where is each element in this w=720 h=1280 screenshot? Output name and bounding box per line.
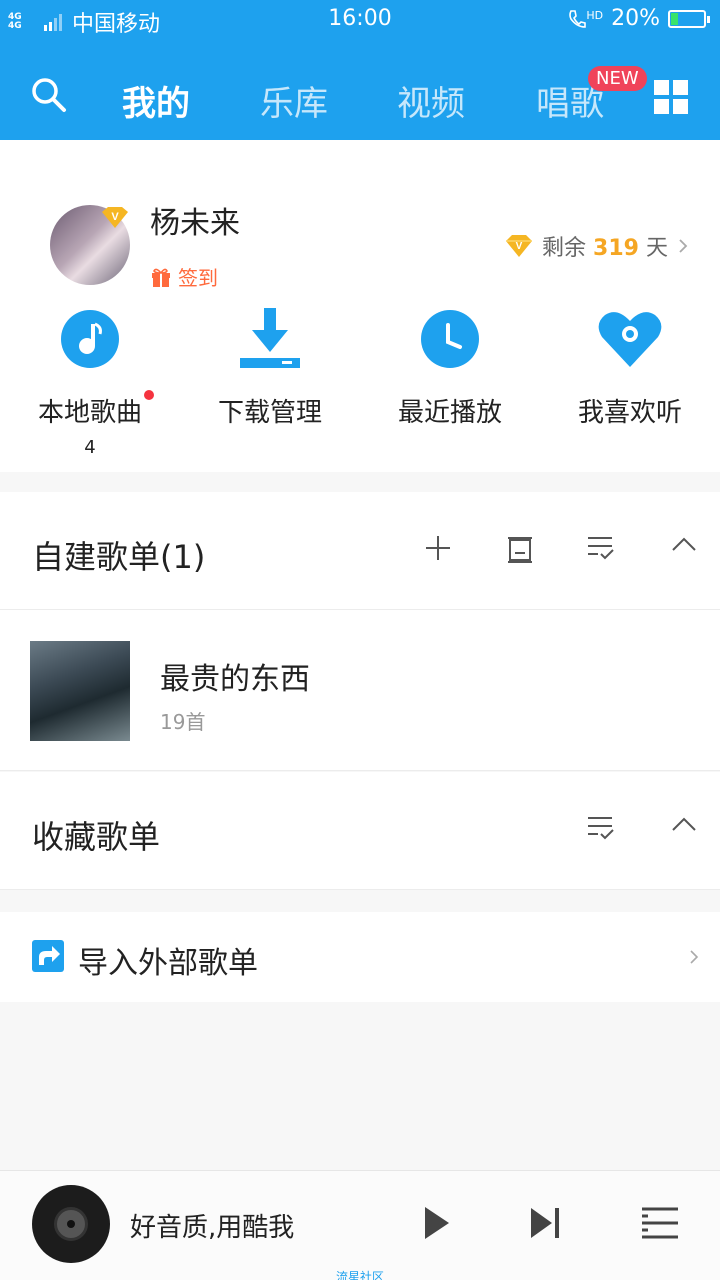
- clock-icon: [421, 310, 479, 368]
- vip-prefix: 剩余: [542, 236, 587, 261]
- signin-label: 签到: [178, 266, 218, 290]
- vip-badge-icon: V: [100, 206, 130, 234]
- my-playlists-header[interactable]: 自建歌单(1): [0, 492, 720, 610]
- mini-player: 好音质,用酷我: [0, 1170, 720, 1280]
- top-nav: 我的 乐库 视频 唱歌 NEW: [0, 56, 720, 140]
- my-playlists-title: 自建歌单(1): [32, 538, 206, 576]
- quick-favorites[interactable]: 我喜欢听: [540, 308, 720, 429]
- svg-text:V: V: [516, 241, 523, 252]
- collapse-icon[interactable]: [670, 814, 698, 838]
- signin-button[interactable]: 签到: [150, 262, 218, 291]
- new-badge: NEW: [588, 66, 647, 91]
- status-bar: 4G 4G 中国移动 16:00 HD 20%: [0, 0, 720, 38]
- svg-text:V: V: [111, 211, 119, 223]
- quick-downloads[interactable]: 下载管理: [180, 308, 360, 429]
- grid-menu-icon[interactable]: [654, 80, 688, 114]
- playlist-item[interactable]: 最贵的东西 19首: [0, 610, 720, 771]
- hd-label: HD: [586, 8, 604, 22]
- manage-icon[interactable]: [506, 534, 534, 568]
- tab-library[interactable]: 乐库: [260, 76, 328, 125]
- downloads-label: 下载管理: [217, 398, 322, 428]
- play-icon[interactable]: [422, 1205, 452, 1245]
- watermark: 流星社区: [335, 1270, 384, 1280]
- new-dot: [144, 390, 154, 400]
- music-note-icon: [61, 310, 119, 368]
- my-playlists-section: 自建歌单(1) 最贵的东西 19首: [0, 492, 720, 771]
- quick-recent[interactable]: 最近播放: [360, 308, 540, 429]
- vip-remaining[interactable]: V 剩余 319 天: [504, 230, 690, 262]
- collected-playlists-header[interactable]: 收藏歌单: [0, 772, 720, 890]
- profile-card: V 杨未来 签到 V 剩余 319 天 本地歌曲 4 下载管理 最近播放 我喜欢…: [0, 140, 720, 472]
- username[interactable]: 杨未来: [150, 198, 240, 242]
- import-label: 导入外部歌单: [78, 946, 258, 981]
- favorites-label: 我喜欢听: [577, 398, 682, 428]
- clock: 16:00: [328, 6, 392, 31]
- gift-icon: [152, 268, 170, 287]
- sort-icon[interactable]: [586, 534, 616, 566]
- recent-label: 最近播放: [397, 398, 502, 428]
- heart-icon: [598, 312, 662, 367]
- collapse-icon[interactable]: [670, 534, 698, 558]
- import-icon: [32, 940, 64, 976]
- local-songs-label: 本地歌曲: [37, 398, 142, 428]
- next-track-icon[interactable]: [528, 1206, 562, 1244]
- chevron-right-icon: [679, 239, 688, 253]
- hd-call-icon: HD: [568, 9, 603, 29]
- collected-playlists-title: 收藏歌单: [32, 818, 161, 856]
- search-icon[interactable]: [30, 76, 68, 118]
- now-playing-title[interactable]: 好音质,用酷我: [130, 1207, 294, 1244]
- download-icon: [240, 308, 300, 368]
- playlist-count: 19首: [160, 710, 206, 734]
- diamond-icon: V: [506, 235, 533, 257]
- collected-playlists-section: 收藏歌单: [0, 772, 720, 890]
- playlist-queue-icon[interactable]: [640, 1206, 680, 1244]
- vip-days: 319: [593, 236, 639, 261]
- chevron-right-icon: [688, 948, 700, 970]
- import-playlist-row[interactable]: 导入外部歌单: [0, 912, 720, 1002]
- playlist-name: 最贵的东西: [160, 662, 310, 697]
- battery-percent: 20%: [611, 6, 660, 31]
- vip-suffix: 天: [645, 236, 668, 261]
- album-disc[interactable]: [32, 1185, 110, 1263]
- local-songs-count: 4: [84, 437, 96, 458]
- quick-local-songs[interactable]: 本地歌曲 4: [0, 308, 180, 458]
- app-header: 4G 4G 中国移动 16:00 HD 20% 我的 乐库 视频 唱歌 NEW: [0, 0, 720, 140]
- tab-mine[interactable]: 我的: [122, 76, 190, 125]
- battery-icon: [668, 9, 710, 28]
- add-icon[interactable]: [424, 534, 452, 566]
- sort-icon[interactable]: [586, 814, 616, 846]
- playlist-cover: [30, 641, 130, 741]
- tab-video[interactable]: 视频: [397, 76, 465, 125]
